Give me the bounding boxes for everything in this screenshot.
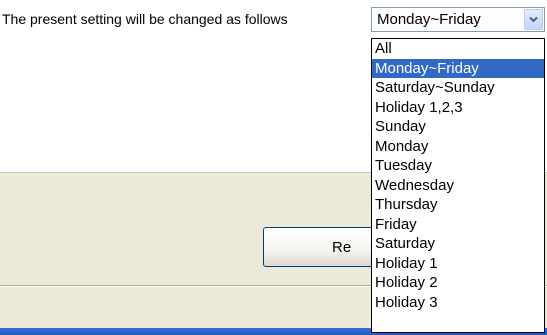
dropdown-option[interactable]: Holiday 1	[372, 254, 544, 274]
dropdown-option[interactable]: Friday	[372, 215, 544, 235]
dropdown-option[interactable]: Saturday~Sunday	[372, 78, 544, 98]
chevron-down-icon	[529, 16, 538, 23]
dropdown-option[interactable]: Monday	[372, 137, 544, 157]
dropdown-option[interactable]: Wednesday	[372, 176, 544, 196]
change-message: The present setting will be changed as f…	[2, 11, 288, 27]
dropdown-option[interactable]: Holiday 3	[372, 293, 544, 313]
reset-button-label: Re	[332, 239, 352, 256]
day-select-value: Monday~Friday	[377, 11, 481, 28]
dropdown-option[interactable]: Sunday	[372, 117, 544, 137]
dropdown-option[interactable]: All	[372, 39, 544, 59]
dropdown-option[interactable]: Holiday 1,2,3	[372, 98, 544, 118]
dropdown-option[interactable]: Monday~Friday	[372, 58, 544, 78]
day-options-list: All Monday~Friday Saturday~Sunday Holiday 1…	[371, 38, 545, 333]
day-select[interactable]: Monday~Friday	[371, 7, 545, 32]
dropdown-button[interactable]	[524, 9, 543, 30]
dropdown-option[interactable]: Thursday	[372, 195, 544, 215]
dropdown-option[interactable]: Tuesday	[372, 156, 544, 176]
dropdown-option[interactable]: Saturday	[372, 234, 544, 254]
dropdown-option[interactable]: Holiday 2	[372, 273, 544, 293]
